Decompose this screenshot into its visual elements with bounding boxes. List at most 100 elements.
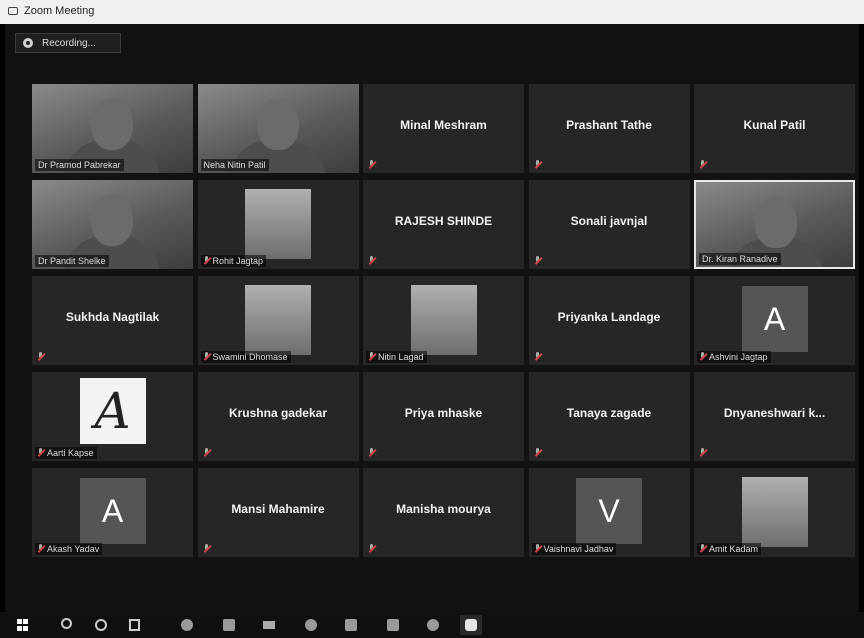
mic-muted-icon [534, 544, 541, 553]
participant-name: Mansi Mahamire [231, 502, 325, 516]
record-icon [23, 38, 33, 48]
participant-tile[interactable]: Krushna gadekar [197, 372, 359, 461]
edge-button[interactable] [300, 615, 322, 635]
window-title: Zoom Meeting [24, 5, 95, 17]
meeting-stage: Recording... Dr Pramod Pabrekar Neha Niti… [5, 24, 859, 612]
mic-muted-icon [203, 256, 210, 265]
mic-muted-icon [699, 160, 706, 169]
participant-tile[interactable]: RAJESH SHINDE [363, 180, 524, 269]
participant-tile[interactable]: A Akash Yadav [32, 468, 193, 557]
participant-name-tag: Vaishnavi Jadhav [531, 543, 617, 555]
participant-name-tag: Dr. Kiran Ranadive [699, 253, 781, 265]
participant-name: Kunal Patil [743, 118, 806, 132]
participant-name-tag: Dr Pandit Shelke [35, 255, 109, 267]
participant-tile[interactable]: Amit Kadam [694, 468, 855, 557]
participant-name-tag: Dr Pramod Pabrekar [35, 159, 124, 171]
mail-icon [263, 621, 275, 629]
mic-muted-icon [368, 160, 375, 169]
participant-tile[interactable]: Dr Pandit Shelke [32, 180, 193, 269]
search-button[interactable] [56, 615, 78, 635]
participant-tile[interactable]: Mansi Mahamire [197, 468, 359, 557]
participant-tile[interactable]: Tanaya zagade [528, 372, 690, 461]
photos-icon [427, 619, 439, 631]
participant-tile[interactable]: Dnyaneshwari k... [694, 372, 855, 461]
participant-name: Krushna gadekar [228, 406, 328, 420]
mic-muted-icon [203, 352, 210, 361]
store-button[interactable] [340, 615, 362, 635]
taskbar [0, 612, 864, 638]
participant-tile[interactable]: Kunal Patil [694, 84, 855, 173]
avatar-initial: A [741, 286, 808, 352]
participant-tile[interactable]: Nitin Lagad [363, 276, 524, 365]
mic-muted-icon [203, 448, 210, 457]
mic-muted-icon [368, 256, 375, 265]
start-button[interactable] [12, 615, 34, 635]
mic-muted-icon [368, 448, 375, 457]
participant-tile[interactable]: Dr. Kiran Ranadive [694, 180, 855, 269]
participant-name: Dnyaneshwari k... [723, 406, 826, 420]
mic-muted-icon [37, 448, 44, 457]
search-icon [61, 618, 72, 629]
mic-muted-icon [699, 352, 706, 361]
avatar-initial: A [79, 478, 146, 544]
photos-button[interactable] [422, 615, 444, 635]
recording-label: Recording... [42, 38, 96, 49]
participant-name: Prashant Tathe [566, 118, 652, 132]
edge-icon [305, 619, 317, 631]
participant-tile[interactable]: V Vaishnavi Jadhav [528, 468, 690, 557]
zoom-app-icon [8, 7, 18, 15]
mic-muted-icon [37, 544, 44, 553]
participant-tile[interactable]: Sonali javnjal [528, 180, 690, 269]
recording-indicator[interactable]: Recording... [15, 33, 121, 53]
participant-name-tag: Neha Nitin Patil [200, 159, 269, 171]
mic-muted-icon [37, 352, 44, 361]
participant-tile[interactable]: Sukhda Nagtilak [32, 276, 193, 365]
start-icon [17, 619, 29, 631]
mic-muted-icon [699, 544, 706, 553]
file-explorer-button[interactable] [218, 615, 240, 635]
participant-tile[interactable]: Priya mhaske [363, 372, 524, 461]
participant-tile[interactable]: Neha Nitin Patil [197, 84, 359, 173]
participant-name-tag: Akash Yadav [35, 543, 103, 555]
mic-muted-icon [534, 448, 541, 457]
participant-name: Minal Meshram [400, 118, 487, 132]
participant-tile[interactable]: Dr Pramod Pabrekar [32, 84, 193, 173]
profile-picture [245, 285, 311, 355]
participant-tile[interactable]: A Aarti Kapse [32, 372, 193, 461]
file-explorer-icon [223, 619, 235, 631]
mic-muted-icon [368, 544, 375, 553]
notes-icon [387, 619, 399, 631]
mic-muted-icon [534, 256, 541, 265]
avatar-initial: A [79, 378, 146, 444]
title-bar: Zoom Meeting [0, 0, 864, 24]
mic-muted-icon [534, 352, 541, 361]
cortana-button[interactable] [90, 615, 112, 635]
zoom-icon [465, 619, 477, 631]
mic-muted-icon [534, 160, 541, 169]
participant-name: Sukhda Nagtilak [65, 310, 160, 324]
store-icon [345, 619, 357, 631]
participant-tile[interactable]: Swamini Dhomase [197, 276, 359, 365]
task-view-button[interactable] [124, 615, 146, 635]
avatar-initial: V [576, 478, 642, 544]
mic-muted-icon [203, 544, 210, 553]
participant-name-tag: Swamini Dhomase [200, 351, 291, 363]
profile-picture [741, 477, 808, 547]
notes-button[interactable] [382, 615, 404, 635]
participant-tile[interactable]: Rohit Jagtap [197, 180, 359, 269]
participant-tile[interactable]: A Ashvini Jagtap [694, 276, 855, 365]
participant-name-tag: Ashvini Jagtap [697, 351, 771, 363]
profile-picture [410, 285, 477, 355]
chrome-button[interactable] [176, 615, 198, 635]
participant-name: Manisha mourya [396, 502, 491, 516]
participant-tile[interactable]: Priyanka Landage [528, 276, 690, 365]
participant-name: Tanaya zagade [566, 406, 652, 420]
participant-tile[interactable]: Manisha mourya [363, 468, 524, 557]
zoom-taskbar-button[interactable] [460, 615, 482, 635]
participant-name: Sonali javnjal [570, 214, 648, 228]
mic-muted-icon [699, 448, 706, 457]
participant-tile[interactable]: Minal Meshram [363, 84, 524, 173]
participant-tile[interactable]: Prashant Tathe [528, 84, 690, 173]
mail-button[interactable] [258, 615, 280, 635]
chrome-icon [181, 619, 193, 631]
